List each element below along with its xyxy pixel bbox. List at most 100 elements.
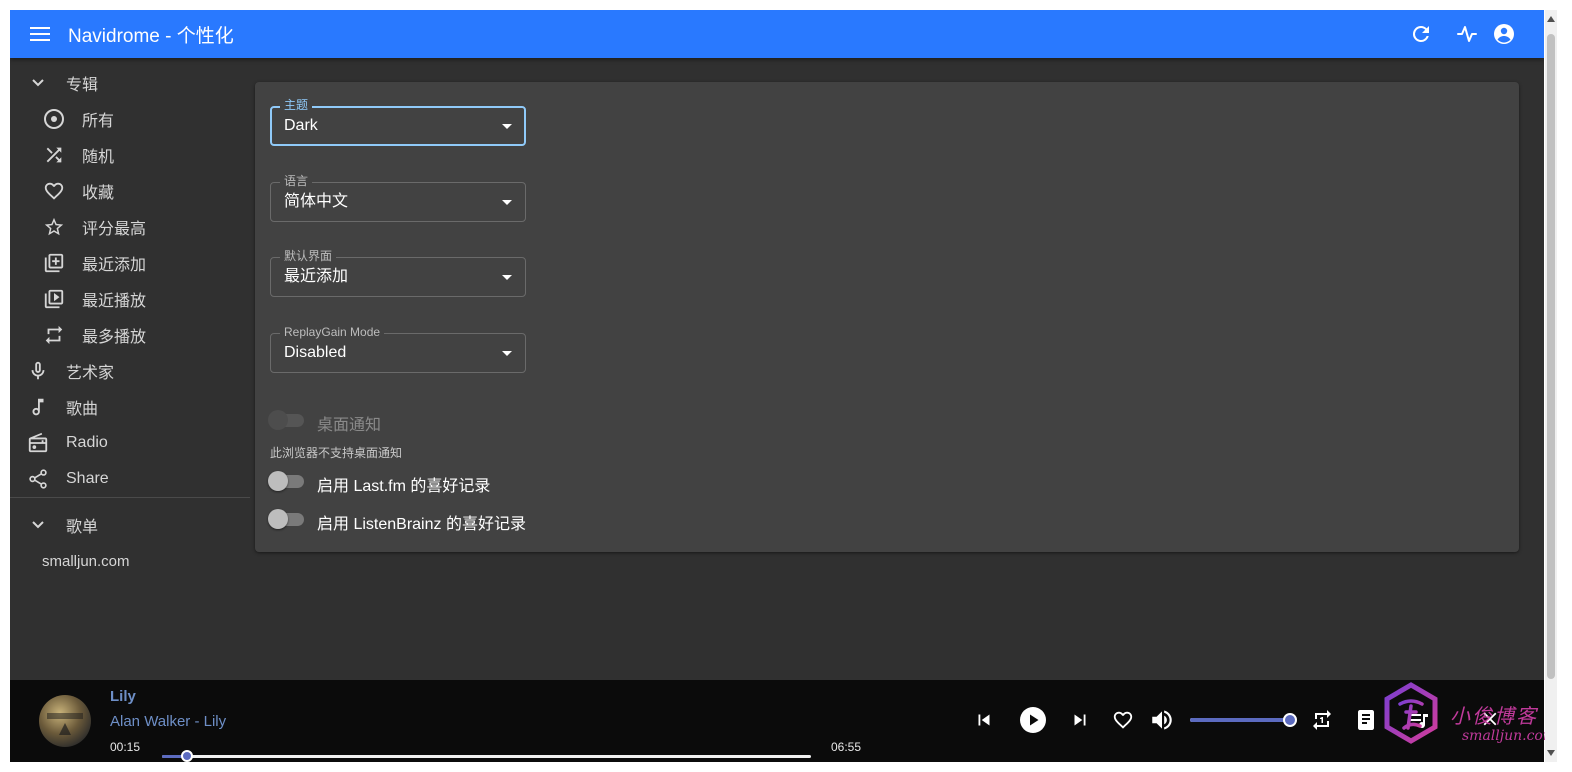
theme-select[interactable]: 主题 Dark: [270, 98, 526, 146]
total-time: 06:55: [831, 740, 862, 754]
watermark-url: smalljun.com: [1462, 728, 1557, 744]
chevron-down-icon: [32, 521, 44, 529]
toggle-thumb: [268, 410, 288, 430]
sidebar-item-all[interactable]: 所有: [10, 101, 250, 137]
sidebar-playlist-item[interactable]: smalljun.com: [10, 543, 250, 579]
music-note-icon: [32, 398, 44, 416]
language-select[interactable]: 语言 简体中文: [270, 174, 526, 222]
replaygain-select[interactable]: ReplayGain Mode Disabled: [270, 325, 526, 373]
favorite-heart-icon[interactable]: [1112, 709, 1134, 731]
sidebar-item-label: 最近播放: [82, 293, 147, 310]
album-cover[interactable]: [39, 695, 91, 747]
library-add-icon: [44, 253, 64, 273]
sidebar-item-label: 艺术家: [66, 365, 115, 382]
play-icon[interactable]: [1018, 705, 1048, 735]
repeat-one-icon[interactable]: [1310, 708, 1334, 732]
watermark-text: 小俊博客: [1450, 704, 1538, 728]
dropdown-arrow-icon: [502, 351, 512, 356]
replaygain-value: Disabled: [284, 344, 347, 361]
sidebar-item-label: 评分最高: [82, 221, 147, 238]
sidebar-albums-label: 专辑: [66, 77, 99, 94]
refresh-button[interactable]: [1409, 22, 1433, 46]
shuffle-icon: [46, 147, 62, 163]
video-library-icon: [44, 289, 64, 309]
sidebar-item-most-played[interactable]: 最多播放: [10, 317, 250, 353]
toggle-thumb: [268, 471, 288, 491]
account-button[interactable]: [1492, 22, 1516, 46]
dropdown-arrow-icon: [502, 200, 512, 205]
skip-next-icon[interactable]: [1069, 709, 1091, 731]
app-window: Navidrome - 个性化 专辑 所有 随机 收藏 评分最高 最近添加 最近…: [10, 10, 1544, 762]
star-icon: [44, 217, 64, 236]
track-artist[interactable]: Alan Walker - Lily: [110, 713, 226, 730]
language-label: 语言: [280, 174, 313, 188]
music-player: Lily Alan Walker - Lily 00:15 06:55: [10, 680, 1544, 762]
sidebar-item-recently-played[interactable]: 最近播放: [10, 281, 250, 317]
menu-button[interactable]: [29, 10, 51, 58]
desktop-notifications-label: 桌面通知: [317, 417, 382, 434]
sidebar-playlists-group[interactable]: 歌单: [10, 507, 250, 543]
account-circle-icon: [1494, 24, 1514, 44]
skip-previous-icon[interactable]: [973, 709, 995, 731]
sidebar-playlist-label: smalljun.com: [42, 552, 130, 570]
lastfm-toggle[interactable]: [268, 471, 306, 491]
sidebar-item-label: 歌曲: [66, 401, 99, 418]
volume-handle[interactable]: [1283, 713, 1297, 727]
sidebar-item-label: Radio: [66, 434, 108, 451]
sidebar-item-label: Share: [66, 470, 109, 487]
progress-handle[interactable]: [181, 750, 193, 762]
volume-slider[interactable]: [1190, 713, 1297, 727]
progress-bar[interactable]: [162, 750, 811, 762]
scroll-up-arrow-icon[interactable]: [1547, 16, 1555, 22]
app-bar: Navidrome - 个性化: [10, 10, 1544, 58]
replaygain-label: ReplayGain Mode: [280, 325, 385, 339]
track-title[interactable]: Lily: [110, 688, 136, 705]
sidebar-item-share[interactable]: Share: [10, 461, 250, 497]
dropdown-arrow-icon: [502, 124, 512, 129]
scroll-down-arrow-icon[interactable]: [1547, 750, 1555, 756]
scrollbar-thumb[interactable]: [1547, 34, 1555, 679]
volume-icon[interactable]: [1149, 707, 1175, 733]
sidebar-albums-group[interactable]: 专辑: [10, 65, 250, 101]
refresh-icon: [1412, 25, 1429, 42]
share-icon: [29, 469, 47, 489]
sidebar-item-top-rated[interactable]: 评分最高: [10, 209, 250, 245]
sidebar-item-artists[interactable]: 艺术家: [10, 353, 250, 389]
radio-icon: [28, 432, 48, 453]
toggle-thumb: [268, 509, 288, 529]
desktop-notifications-toggle[interactable]: [268, 410, 306, 430]
page-scrollbar[interactable]: [1545, 10, 1557, 762]
sidebar-item-label: 最近添加: [82, 257, 147, 274]
lyrics-icon[interactable]: [1354, 708, 1378, 732]
desktop-notifications-help: 此浏览器不支持桌面通知: [270, 446, 403, 460]
heart-icon: [44, 182, 64, 200]
personal-settings-card: 主题 Dark 语言 简体中文 默认界面 最近添加 ReplayGain Mod…: [255, 82, 1519, 552]
default-view-label: 默认界面: [280, 249, 337, 263]
activity-button[interactable]: [1455, 22, 1479, 46]
cover-art-icon: [47, 713, 83, 735]
sidebar-item-label: 随机: [82, 149, 115, 166]
sidebar-item-random[interactable]: 随机: [10, 137, 250, 173]
listenbrainz-toggle[interactable]: [268, 509, 306, 529]
sidebar-divider: [10, 497, 250, 498]
default-view-value: 最近添加: [284, 268, 349, 285]
sidebar-item-label: 最多播放: [82, 329, 147, 346]
album-icon: [44, 109, 64, 129]
sidebar-item-favorites[interactable]: 收藏: [10, 173, 250, 209]
repeat-icon: [45, 325, 63, 345]
default-view-select[interactable]: 默认界面 最近添加: [270, 249, 526, 297]
theme-label: 主题: [280, 98, 313, 112]
current-time: 00:15: [110, 740, 141, 754]
sidebar-item-radio[interactable]: Radio: [10, 425, 250, 461]
sidebar-item-recently-added[interactable]: 最近添加: [10, 245, 250, 281]
sidebar-item-label: 所有: [82, 113, 115, 130]
listenbrainz-label: 启用 ListenBrainz 的喜好记录: [317, 516, 526, 533]
watermark-logo: [1384, 682, 1438, 744]
sidebar-item-songs[interactable]: 歌曲: [10, 389, 250, 425]
activity-icon: [1457, 26, 1477, 42]
menu-icon: [30, 27, 50, 41]
app-title: Navidrome - 个性化: [68, 25, 234, 47]
chevron-down-icon: [32, 79, 44, 87]
language-value: 简体中文: [284, 193, 349, 210]
sidebar-item-label: 收藏: [82, 185, 115, 202]
